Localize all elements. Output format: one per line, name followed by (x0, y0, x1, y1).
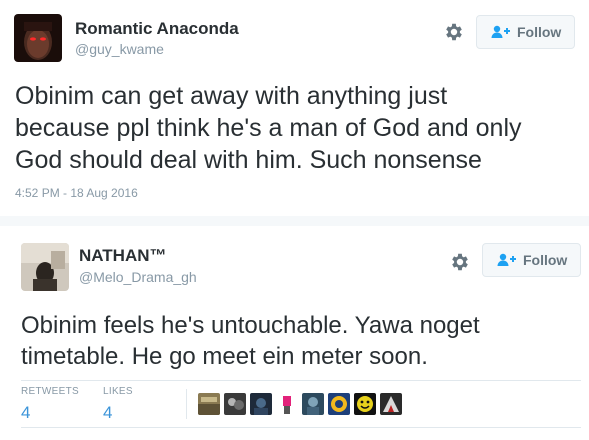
liker-avatar[interactable] (224, 393, 246, 415)
add-user-icon (497, 253, 516, 266)
liker-avatar[interactable] (276, 393, 298, 415)
tweet-text-line: timetable. He go meet ein meter soon. (21, 343, 428, 370)
tweet-text-line: Obinim can get away with anything just (15, 82, 448, 110)
username[interactable]: @guy_kwame (75, 41, 164, 57)
add-user-icon (491, 25, 510, 38)
tweet-text-line: God should deal with him. Such nonsense (15, 146, 482, 174)
divider (21, 427, 581, 428)
likes-stat[interactable]: LIKES 4 (103, 386, 133, 423)
likes-label: LIKES (103, 386, 133, 397)
follow-label: Follow (517, 24, 562, 40)
likes-count[interactable]: 4 (103, 403, 133, 423)
display-name[interactable]: NATHAN™ (79, 246, 167, 266)
display-name[interactable]: Romantic Anaconda (75, 19, 239, 39)
gear-icon[interactable] (449, 251, 471, 273)
divider (21, 380, 581, 381)
liker-avatar[interactable] (302, 393, 324, 415)
follow-button[interactable]: Follow (476, 15, 575, 49)
avatar[interactable] (21, 243, 69, 291)
tweet-text-line: because ppl think he's a man of God and … (15, 114, 522, 142)
username[interactable]: @Melo_Drama_gh (79, 269, 197, 285)
tweet-text: Obinim can get away with anything just b… (15, 80, 522, 176)
retweets-label: RETWEETS (21, 386, 79, 397)
tweet-text: Obinim feels he's untouchable. Yawa noge… (21, 310, 480, 372)
liker-avatar[interactable] (250, 393, 272, 415)
tweet-card: Romantic Anaconda @guy_kwame Follow Obin… (0, 0, 589, 216)
tweet-card: NATHAN™ @Melo_Drama_gh Follow Obinim fee… (0, 226, 589, 440)
liker-avatars (198, 393, 406, 415)
retweets-stat[interactable]: RETWEETS 4 (21, 386, 79, 423)
retweets-count[interactable]: 4 (21, 403, 79, 423)
avatar[interactable] (14, 14, 62, 62)
follow-label: Follow (523, 252, 568, 268)
tweet-text-line: Obinim feels he's untouchable. Yawa noge… (21, 312, 480, 339)
liker-avatar[interactable] (354, 393, 376, 415)
timestamp[interactable]: 4:52 PM - 18 Aug 2016 (15, 186, 138, 200)
follow-button[interactable]: Follow (482, 243, 581, 277)
liker-avatar[interactable] (198, 393, 220, 415)
divider (186, 389, 187, 419)
gear-icon[interactable] (443, 21, 465, 43)
liker-avatar[interactable] (328, 393, 350, 415)
liker-avatar[interactable] (380, 393, 402, 415)
